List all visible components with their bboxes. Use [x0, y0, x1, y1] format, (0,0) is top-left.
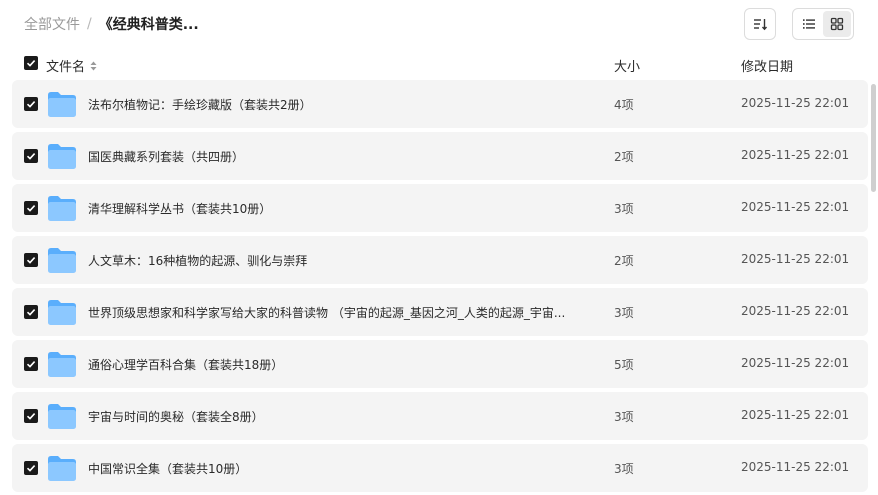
file-row[interactable]: 世界顶级思想家和科学家写给大家的科普读物 （宇宙的起源_基因之河_人类的起源_宇…: [12, 288, 868, 336]
file-modified: 2025-11-25 22:01: [741, 356, 850, 370]
file-list: 法布尔植物记：手绘珍藏版（套装共2册） 4项 2025-11-25 22:01 …: [12, 80, 868, 495]
grid-view-icon: [830, 17, 844, 31]
file-row[interactable]: 宇宙与时间的奥秘（套装全8册） 3项 2025-11-25 22:01: [12, 392, 868, 440]
file-name[interactable]: 法布尔植物记：手绘珍藏版（套装共2册）: [88, 96, 588, 113]
checkbox-checked-icon: [26, 257, 36, 264]
file-modified: 2025-11-25 22:01: [741, 96, 850, 110]
checkbox-checked-icon: [26, 361, 36, 368]
file-row[interactable]: 清华理解科学丛书（套装共10册） 3项 2025-11-25 22:01: [12, 184, 868, 232]
breadcrumb-separator: /: [87, 16, 92, 32]
file-size: 3项: [614, 306, 634, 320]
file-row[interactable]: 法布尔植物记：手绘珍藏版（套装共2册） 4项 2025-11-25 22:01: [12, 80, 868, 128]
file-size: 2项: [614, 254, 634, 268]
breadcrumb-root-link[interactable]: 全部文件: [24, 14, 80, 34]
sort-descending-icon: [754, 19, 768, 31]
file-modified: 2025-11-25 22:01: [741, 460, 850, 474]
folder-icon: [48, 404, 76, 429]
checkbox-checked-icon: [26, 309, 36, 316]
file-modified: 2025-11-25 22:01: [741, 148, 850, 162]
checkbox-checked-icon: [26, 205, 36, 212]
file-name[interactable]: 中国常识全集（套装共10册）: [88, 460, 588, 477]
file-list-header: 文件名 大小 修改日期: [0, 50, 878, 78]
column-header-name-label: 文件名: [46, 60, 86, 75]
file-size: 3项: [614, 202, 634, 216]
file-modified: 2025-11-25 22:01: [741, 408, 850, 422]
checkbox-checked-icon: [26, 60, 36, 67]
column-header-name[interactable]: 文件名: [46, 56, 97, 75]
file-name[interactable]: 通俗心理学百科合集（套装共18册）: [88, 356, 588, 373]
breadcrumb-current-folder: 《经典科普类...: [98, 17, 199, 33]
checkbox-checked-icon: [26, 413, 36, 420]
toolbar: 全部文件 / 《经典科普类...: [0, 0, 878, 48]
column-header-size[interactable]: 大小: [614, 56, 640, 75]
grid-view-button[interactable]: [823, 11, 851, 37]
checkbox-checked-icon: [26, 465, 36, 472]
row-checkbox[interactable]: [24, 357, 38, 371]
checkbox-checked-icon: [26, 101, 36, 108]
file-name[interactable]: 世界顶级思想家和科学家写给大家的科普读物 （宇宙的起源_基因之河_人类的起源_宇…: [88, 304, 588, 321]
folder-icon: [48, 352, 76, 377]
file-size: 4项: [614, 98, 634, 112]
file-modified: 2025-11-25 22:01: [741, 252, 850, 266]
column-header-modified[interactable]: 修改日期: [741, 56, 793, 75]
row-checkbox[interactable]: [24, 409, 38, 423]
row-checkbox[interactable]: [24, 149, 38, 163]
file-name[interactable]: 宇宙与时间的奥秘（套装全8册）: [88, 408, 588, 425]
file-size: 3项: [614, 462, 634, 476]
sort-toggle-icon: [90, 61, 97, 71]
row-checkbox[interactable]: [24, 97, 38, 111]
sort-button[interactable]: [744, 8, 776, 40]
breadcrumb: 全部文件 / 《经典科普类...: [24, 14, 199, 34]
file-name[interactable]: 人文草木：16种植物的起源、驯化与崇拜: [88, 252, 588, 269]
file-name[interactable]: 国医典藏系列套装（共四册）: [88, 148, 588, 165]
checkbox-checked-icon: [26, 153, 36, 160]
list-view-button[interactable]: [795, 11, 823, 37]
row-checkbox[interactable]: [24, 305, 38, 319]
file-row[interactable]: 人文草木：16种植物的起源、驯化与崇拜 2项 2025-11-25 22:01: [12, 236, 868, 284]
vertical-scrollbar[interactable]: [871, 84, 876, 192]
select-all-checkbox[interactable]: [24, 56, 38, 70]
list-view-icon: [803, 19, 815, 29]
folder-icon: [48, 456, 76, 481]
file-row[interactable]: 国医典藏系列套装（共四册） 2项 2025-11-25 22:01: [12, 132, 868, 180]
file-modified: 2025-11-25 22:01: [741, 304, 850, 318]
folder-icon: [48, 144, 76, 169]
file-size: 2项: [614, 150, 634, 164]
folder-icon: [48, 300, 76, 325]
file-modified: 2025-11-25 22:01: [741, 200, 850, 214]
file-name[interactable]: 清华理解科学丛书（套装共10册）: [88, 200, 588, 217]
file-row[interactable]: 通俗心理学百科合集（套装共18册） 5项 2025-11-25 22:01: [12, 340, 868, 388]
row-checkbox[interactable]: [24, 253, 38, 267]
view-mode-toggle: [792, 8, 854, 40]
row-checkbox[interactable]: [24, 201, 38, 215]
row-checkbox[interactable]: [24, 461, 38, 475]
folder-icon: [48, 92, 76, 117]
file-size: 3项: [614, 410, 634, 424]
file-size: 5项: [614, 358, 634, 372]
folder-icon: [48, 196, 76, 221]
file-row[interactable]: 中国常识全集（套装共10册） 3项 2025-11-25 22:01: [12, 444, 868, 492]
folder-icon: [48, 248, 76, 273]
